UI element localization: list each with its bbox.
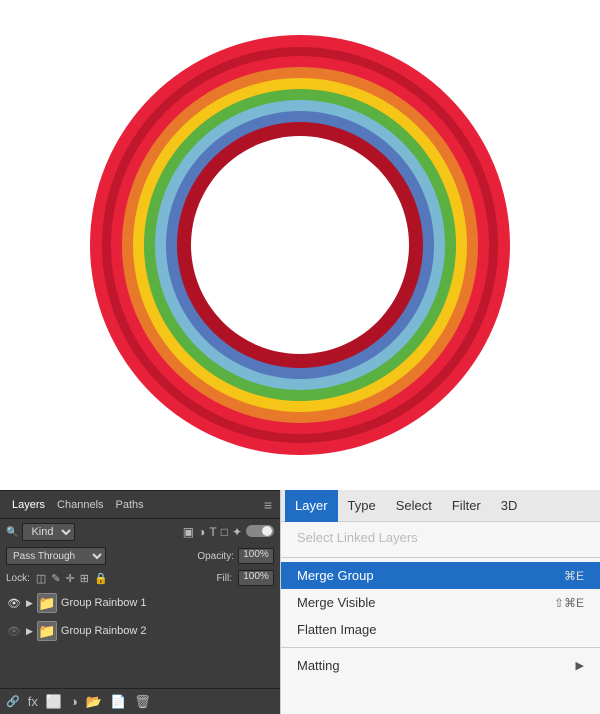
layer-item[interactable]: 👁 ▶ 📁 Group Rainbow 2 (0, 617, 280, 645)
layer-thumbnail: 📁 (37, 593, 57, 613)
menu-matting-label: Matting (297, 658, 340, 673)
filter-toggle[interactable] (246, 525, 274, 537)
bottom-panel: Layers Channels Paths ≡ 🔍 Kind ▣ ◑ T □ ✦… (0, 490, 600, 714)
layer-expand-arrow[interactable]: ▶ (26, 626, 33, 637)
menu-merge-visible-label: Merge Visible (297, 595, 376, 610)
filter-adjustment-icon[interactable]: ◑ (198, 525, 205, 539)
filter-shape-icon[interactable]: □ (221, 525, 228, 539)
eye-icon[interactable]: 👁 (6, 623, 22, 639)
opacity-value[interactable]: 100% (238, 548, 274, 564)
layer-thumbnail: 📁 (37, 621, 57, 641)
layers-menu-icon[interactable]: ≡ (264, 497, 272, 513)
menu-divider (281, 557, 600, 558)
menu-panel: Layer Type Select Filter 3D Select Linke… (280, 490, 600, 714)
link-layers-icon[interactable]: 🔗 (6, 695, 20, 708)
lock-icons: ◫ ✎ ✛ ⊞ 🔒 (36, 572, 108, 585)
adjustment-icon[interactable]: ◑ (70, 694, 78, 709)
layers-bottom-bar: 🔗 fx ⬜ ◑ 📂 📄 🗑 (0, 688, 280, 714)
layers-list: 👁 ▶ 📁 Group Rainbow 1 👁 ▶ 📁 Group Rainbo… (0, 589, 280, 688)
layers-panel: Layers Channels Paths ≡ 🔍 Kind ▣ ◑ T □ ✦… (0, 490, 280, 714)
menu-item-layer[interactable]: Layer (285, 490, 338, 522)
lock-position-icon[interactable]: ✛ (66, 572, 75, 585)
new-layer-icon[interactable]: 📄 (110, 694, 126, 710)
layers-tabs: Layers Channels Paths ≡ (0, 491, 280, 519)
layer-name: Group Rainbow 1 (61, 597, 274, 609)
menu-flatten-image-label: Flatten Image (297, 622, 377, 637)
folder-icon: 📁 (38, 623, 55, 640)
fill-value[interactable]: 100% (238, 570, 274, 586)
blend-mode-select[interactable]: Pass Through (6, 547, 106, 565)
opacity-label: Opacity: (197, 551, 234, 562)
menu-select-linked: Select Linked Layers (281, 522, 600, 553)
menu-item-type[interactable]: Type (338, 490, 386, 522)
filter-row: 🔍 Kind ▣ ◑ T □ ✦ (0, 519, 280, 545)
layer-mask-icon[interactable]: ⬜ (46, 694, 62, 710)
tab-layers[interactable]: Layers (8, 497, 49, 513)
menu-dropdown: Select Linked Layers Merge Group ⌘E Merg… (281, 522, 600, 714)
menu-item-3d[interactable]: 3D (491, 490, 528, 522)
lock-pixels-icon[interactable]: ✎ (51, 572, 60, 585)
menu-merge-visible[interactable]: Merge Visible ⇧⌘E (281, 589, 600, 616)
layer-expand-arrow[interactable]: ▶ (26, 598, 33, 609)
filter-type-icon[interactable]: T (209, 525, 216, 539)
tab-paths[interactable]: Paths (112, 497, 148, 513)
rainbow-ring (90, 35, 510, 455)
lock-transparent-icon[interactable]: ◫ (36, 572, 46, 585)
fill-label: Fill: (216, 573, 232, 584)
menu-item-filter[interactable]: Filter (442, 490, 491, 522)
lock-all-icon[interactable]: 🔒 (94, 572, 108, 585)
menu-merge-group-shortcut: ⌘E (564, 569, 584, 583)
search-icon: 🔍 (6, 527, 18, 538)
delete-layer-icon[interactable]: 🗑 (134, 694, 151, 710)
canvas-area (0, 0, 600, 490)
blend-mode-row: Pass Through Opacity: 100% (0, 545, 280, 567)
tab-channels[interactable]: Channels (53, 497, 107, 513)
eye-icon[interactable]: 👁 (6, 595, 22, 611)
fx-icon[interactable]: fx (28, 694, 38, 709)
group-layers-icon[interactable]: 📂 (86, 694, 102, 710)
menu-merge-group-label: Merge Group (297, 568, 374, 583)
layer-item[interactable]: 👁 ▶ 📁 Group Rainbow 1 (0, 589, 280, 617)
layer-name: Group Rainbow 2 (61, 625, 274, 637)
menu-matting[interactable]: Matting ▶ (281, 652, 600, 679)
menu-divider-2 (281, 647, 600, 648)
folder-icon: 📁 (38, 595, 55, 612)
lock-artboard-icon[interactable]: ⊞ (80, 572, 89, 585)
ring-center (191, 136, 409, 354)
filter-icons: ▣ ◑ T □ ✦ (183, 525, 274, 539)
menu-item-select[interactable]: Select (386, 490, 442, 522)
menu-merge-group[interactable]: Merge Group ⌘E (281, 562, 600, 589)
lock-label: Lock: (6, 573, 30, 584)
filter-pixel-icon[interactable]: ▣ (183, 525, 194, 539)
menu-flatten-image[interactable]: Flatten Image (281, 616, 600, 643)
kind-select[interactable]: Kind (22, 523, 75, 541)
menu-merge-visible-shortcut: ⇧⌘E (554, 596, 584, 610)
filter-smart-icon[interactable]: ✦ (232, 525, 242, 539)
menu-matting-arrow: ▶ (576, 659, 584, 672)
menu-bar: Layer Type Select Filter 3D (281, 490, 600, 522)
lock-row: Lock: ◫ ✎ ✛ ⊞ 🔒 Fill: 100% (0, 567, 280, 589)
